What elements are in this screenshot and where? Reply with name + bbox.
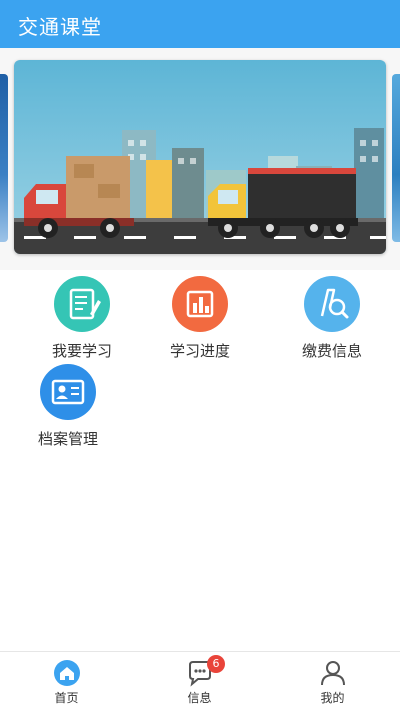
menu-item-records[interactable]: 档案管理: [8, 364, 128, 449]
user-icon: [319, 659, 347, 687]
banner-image[interactable]: [14, 60, 386, 254]
menu-label-progress: 学习进度: [169, 342, 230, 360]
id-card-icon: [40, 364, 96, 420]
unread-badge: 6: [207, 655, 225, 673]
app-header: 交通课堂: [0, 0, 400, 48]
page-title: 交通课堂: [18, 15, 102, 39]
notebook-pen-icon: [54, 276, 110, 332]
trucks-city-illustration: [14, 60, 386, 254]
menu-item-progress[interactable]: 学习进度: [140, 276, 260, 361]
carousel-prev-slide[interactable]: [0, 74, 8, 242]
tab-label-home: 首页: [54, 691, 79, 705]
carousel-next-slide[interactable]: [392, 74, 400, 242]
bar-chart-icon: [172, 276, 228, 332]
tab-messages[interactable]: 6 信息: [133, 652, 266, 710]
bottom-tab-bar: 首页 6 信息 我的: [0, 651, 400, 710]
tab-label-messages: 信息: [187, 691, 212, 705]
banner-carousel[interactable]: [0, 48, 400, 270]
menu-item-payment[interactable]: 缴费信息: [272, 276, 392, 361]
tab-label-profile: 我的: [320, 691, 345, 705]
home-icon: [53, 659, 81, 687]
menu-label-study: 我要学习: [51, 342, 112, 360]
menu-label-payment: 缴费信息: [301, 342, 362, 360]
search-receipt-icon: [304, 276, 360, 332]
menu-label-records: 档案管理: [37, 430, 98, 448]
tab-profile[interactable]: 我的: [266, 652, 399, 710]
menu-item-study[interactable]: 我要学习: [22, 276, 142, 361]
tab-home[interactable]: 首页: [0, 652, 133, 710]
